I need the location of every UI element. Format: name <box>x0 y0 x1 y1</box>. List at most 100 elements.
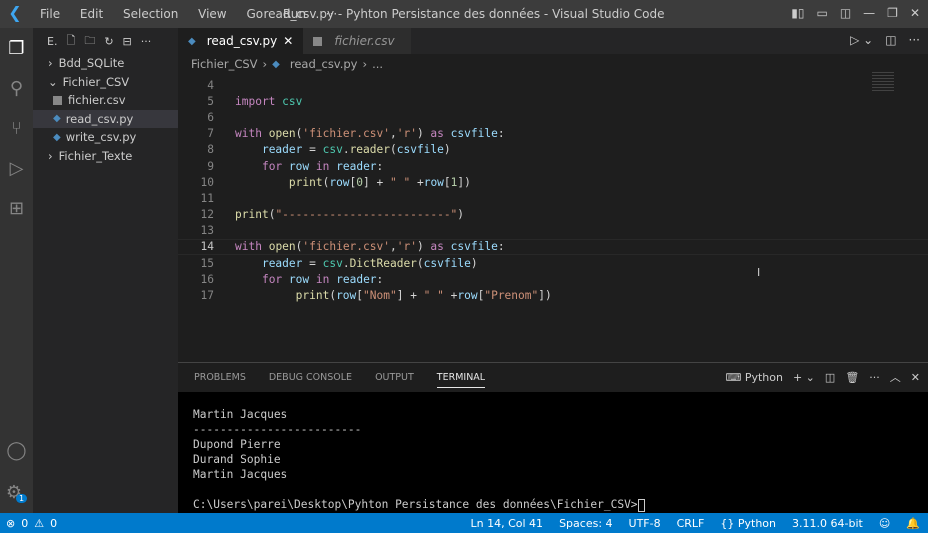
tree-folder-fichier-csv[interactable]: ⌄ Fichier_CSV <box>33 73 178 92</box>
menu-edit[interactable]: Edit <box>80 7 103 21</box>
tree-folder-bdd-sqlite[interactable]: › Bdd_SQLite <box>33 54 178 73</box>
line-number: 10 <box>200 175 214 189</box>
code-line[interactable]: 8 reader = csv.reader(csvfile) <box>178 142 928 158</box>
breadcrumb: Fichier_CSV › ◆ read_csv.py › ... <box>178 54 383 74</box>
problems-status[interactable]: ⊗ 0 ⚠ 0 <box>0 517 57 530</box>
tab-terminal[interactable]: TERMINAL <box>436 368 486 388</box>
extensions-icon[interactable]: ⊞ <box>0 188 33 228</box>
bottom-panel: PROBLEMS DEBUG CONSOLE OUTPUT TERMINAL ⌨… <box>178 362 928 513</box>
line-ending[interactable]: CRLF <box>677 517 705 530</box>
code-line[interactable]: 16 for row in reader: <box>178 271 928 287</box>
terminal-output[interactable]: Martin Jacques -------------------------… <box>178 392 928 513</box>
menu-selection[interactable]: Selection <box>123 7 178 21</box>
menu-go[interactable]: Go <box>246 7 263 21</box>
run-file-icon[interactable]: ▷ ⌄ <box>850 33 873 47</box>
text-cursor-icon: I <box>757 266 761 279</box>
settings-gear-icon[interactable]: ⚙ 1 <box>0 472 33 512</box>
line-code: reader = csv.reader(csvfile) <box>261 143 451 157</box>
split-editor-icon[interactable]: ◫ <box>885 33 896 47</box>
toggle-sidebar-icon[interactable]: ▮▯ <box>791 6 804 20</box>
menu-run[interactable]: Run <box>283 7 306 21</box>
line-number: 14 <box>200 240 214 254</box>
feedback-icon[interactable]: ☺ <box>879 517 890 530</box>
close-window-button[interactable]: ✕ <box>910 6 920 20</box>
notifications-bell-icon[interactable]: 🔔 <box>906 517 920 530</box>
code-line[interactable]: 15 reader = csv.DictReader(csvfile) <box>178 255 928 271</box>
tab-read-csv[interactable]: ◆ read_csv.py ✕ <box>178 28 304 54</box>
breadcrumb-folder[interactable]: Fichier_CSV <box>191 57 258 71</box>
code-line[interactable]: 4 <box>178 77 928 93</box>
code-line[interactable]: 17 print(row["Nom"] + " " +row["Prenom"]… <box>178 287 928 303</box>
menu-more[interactable]: ··· <box>326 7 337 21</box>
minimize-button[interactable]: — <box>863 6 875 20</box>
encoding[interactable]: UTF-8 <box>629 517 661 530</box>
chevron-down-icon: ⌄ <box>48 74 58 89</box>
indentation[interactable]: Spaces: 4 <box>559 517 612 530</box>
tab-problems[interactable]: PROBLEMS <box>194 372 246 383</box>
breadcrumb-file[interactable]: read_csv.py <box>290 57 358 71</box>
terminal-line: ------------------------- <box>193 423 362 436</box>
language-mode[interactable]: {} Python <box>720 517 776 530</box>
menu-view[interactable]: View <box>198 7 226 21</box>
line-code: with open('fichier.csv','r') as csvfile: <box>235 240 505 254</box>
terminal-prompt: C:\Users\parei\Desktop\Pyhton Persistanc… <box>193 498 638 511</box>
search-icon[interactable]: ⚲ <box>0 68 33 108</box>
toggle-panel-icon[interactable]: ▭ <box>816 6 827 20</box>
editor-more-icon[interactable]: ··· <box>909 33 920 47</box>
line-number: 8 <box>207 143 214 157</box>
code-line[interactable]: 13 <box>178 223 928 239</box>
tree-file-write-csv[interactable]: ◆ write_csv.py <box>33 128 178 147</box>
account-icon[interactable]: ◯ <box>0 430 33 470</box>
code-line[interactable]: 14 with open('fichier.csv','r') as csvfil… <box>178 238 928 256</box>
breadcrumb-symbol[interactable]: ... <box>372 57 383 71</box>
maximize-button[interactable]: ❐ <box>887 6 898 20</box>
kill-terminal-icon[interactable]: 🗑 <box>845 371 859 384</box>
menu-file[interactable]: File <box>40 7 60 21</box>
new-file-icon[interactable]: 🗋 <box>66 32 75 51</box>
explorer-icon[interactable]: ❐ <box>0 28 33 68</box>
run-debug-icon[interactable]: ▷ <box>0 148 33 188</box>
vscode-logo-icon: ❮ <box>8 3 22 22</box>
maximize-panel-icon[interactable]: ︿ <box>890 369 901 385</box>
minimap[interactable] <box>872 72 894 92</box>
split-terminal-icon[interactable]: ◫ <box>825 371 835 384</box>
code-line[interactable]: 12 print("-------------------------") <box>178 207 928 223</box>
code-line[interactable]: 10 print(row[0] + " " +row[1]) <box>178 174 928 190</box>
tree-folder-fichier-texte[interactable]: › Fichier_Texte <box>33 147 178 166</box>
refresh-icon[interactable]: ↻ <box>104 35 113 48</box>
terminal-shell-selector[interactable]: ⌨ Python <box>725 371 783 384</box>
explorer-sidebar: E. 🗋 🗀 ↻ ⊟ ··· › Bdd_SQLite ⌄ Fichier_CSV … <box>33 28 178 513</box>
code-line[interactable]: 11 <box>178 190 928 206</box>
code-line[interactable]: 9 for row in reader: <box>178 158 928 174</box>
layout-icon[interactable]: ◫ <box>840 6 851 20</box>
terminal-cursor <box>637 498 645 512</box>
chevron-right-icon: › <box>362 57 368 71</box>
chevron-right-icon: › <box>48 148 53 163</box>
tree-file-fichier-csv[interactable]: fichier.csv <box>33 91 178 110</box>
more-actions-icon[interactable]: ··· <box>141 35 152 48</box>
code-line[interactable]: 7 with open('fichier.csv','r') as csvfile… <box>178 126 928 142</box>
close-panel-icon[interactable]: ✕ <box>911 371 920 384</box>
panel-more-icon[interactable]: ··· <box>869 371 880 384</box>
new-terminal-icon[interactable]: + ⌄ <box>793 371 815 384</box>
tab-debug-console[interactable]: DEBUG CONSOLE <box>269 372 352 383</box>
line-number: 7 <box>207 127 214 141</box>
line-number: 9 <box>207 159 214 173</box>
code-editor[interactable]: 4 5 import csv 6 7 with open('fichier.csv','r… <box>178 77 928 304</box>
source-control-icon[interactable]: ⑂ <box>0 108 33 148</box>
code-line[interactable]: 5 import csv <box>178 93 928 109</box>
line-number: 4 <box>207 78 214 92</box>
close-tab-icon[interactable]: ✕ <box>283 34 293 48</box>
tree-file-read-csv[interactable]: ◆ read_csv.py <box>33 109 178 128</box>
new-folder-icon[interactable]: 🗀 <box>84 32 95 51</box>
code-line[interactable]: 6 <box>178 109 928 125</box>
terminal-line: Durand Sophie <box>193 453 281 466</box>
python-interpreter[interactable]: 3.11.0 64-bit <box>792 517 863 530</box>
tab-fichier-csv[interactable]: fichier.csv <box>303 28 412 54</box>
collapse-all-icon[interactable]: ⊟ <box>123 35 132 48</box>
line-number: 11 <box>200 191 214 205</box>
cursor-position[interactable]: Ln 14, Col 41 <box>471 517 544 530</box>
tab-output[interactable]: OUTPUT <box>375 372 414 383</box>
python-file-icon: ◆ <box>188 35 196 47</box>
